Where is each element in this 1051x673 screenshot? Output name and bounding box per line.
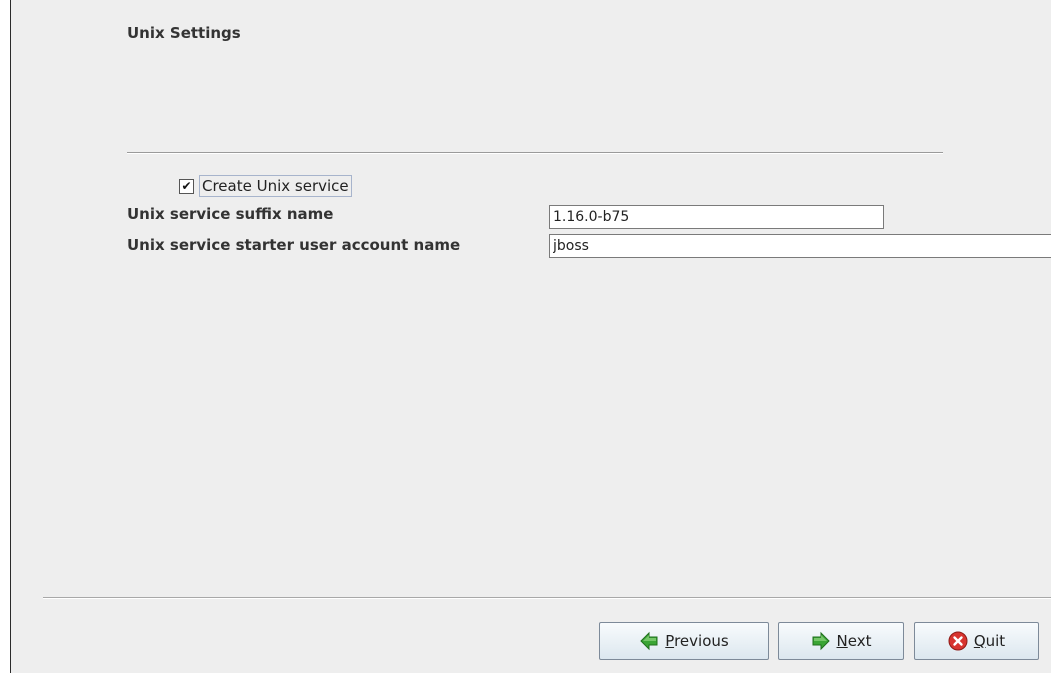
suffix-name-input[interactable]	[549, 205, 884, 229]
installer-window: Unix Settings ✔ Create Unix service Unix…	[10, 0, 1051, 673]
check-icon: ✔	[181, 179, 192, 193]
next-button-label: Next	[836, 632, 872, 650]
close-circle-icon	[948, 631, 968, 651]
starter-user-label: Unix service starter user account name	[127, 236, 461, 254]
quit-button-label: Quit	[973, 632, 1006, 650]
checkbox-label[interactable]: Create Unix service	[199, 175, 352, 197]
bottom-separator	[43, 597, 1051, 599]
create-unix-service-checkbox[interactable]: ✔ Create Unix service	[179, 174, 352, 198]
checkbox-box[interactable]: ✔	[179, 178, 194, 194]
starter-user-input[interactable]	[549, 234, 1051, 258]
arrow-left-icon	[639, 631, 659, 651]
previous-button-label: Previous	[665, 632, 729, 650]
suffix-name-label: Unix service suffix name	[127, 205, 334, 223]
top-separator	[127, 152, 943, 154]
previous-button[interactable]: Previous	[599, 622, 769, 660]
panel-title: Unix Settings	[127, 24, 241, 42]
quit-button[interactable]: Quit	[914, 622, 1039, 660]
arrow-right-icon	[811, 631, 831, 651]
next-button[interactable]: Next	[778, 622, 904, 660]
